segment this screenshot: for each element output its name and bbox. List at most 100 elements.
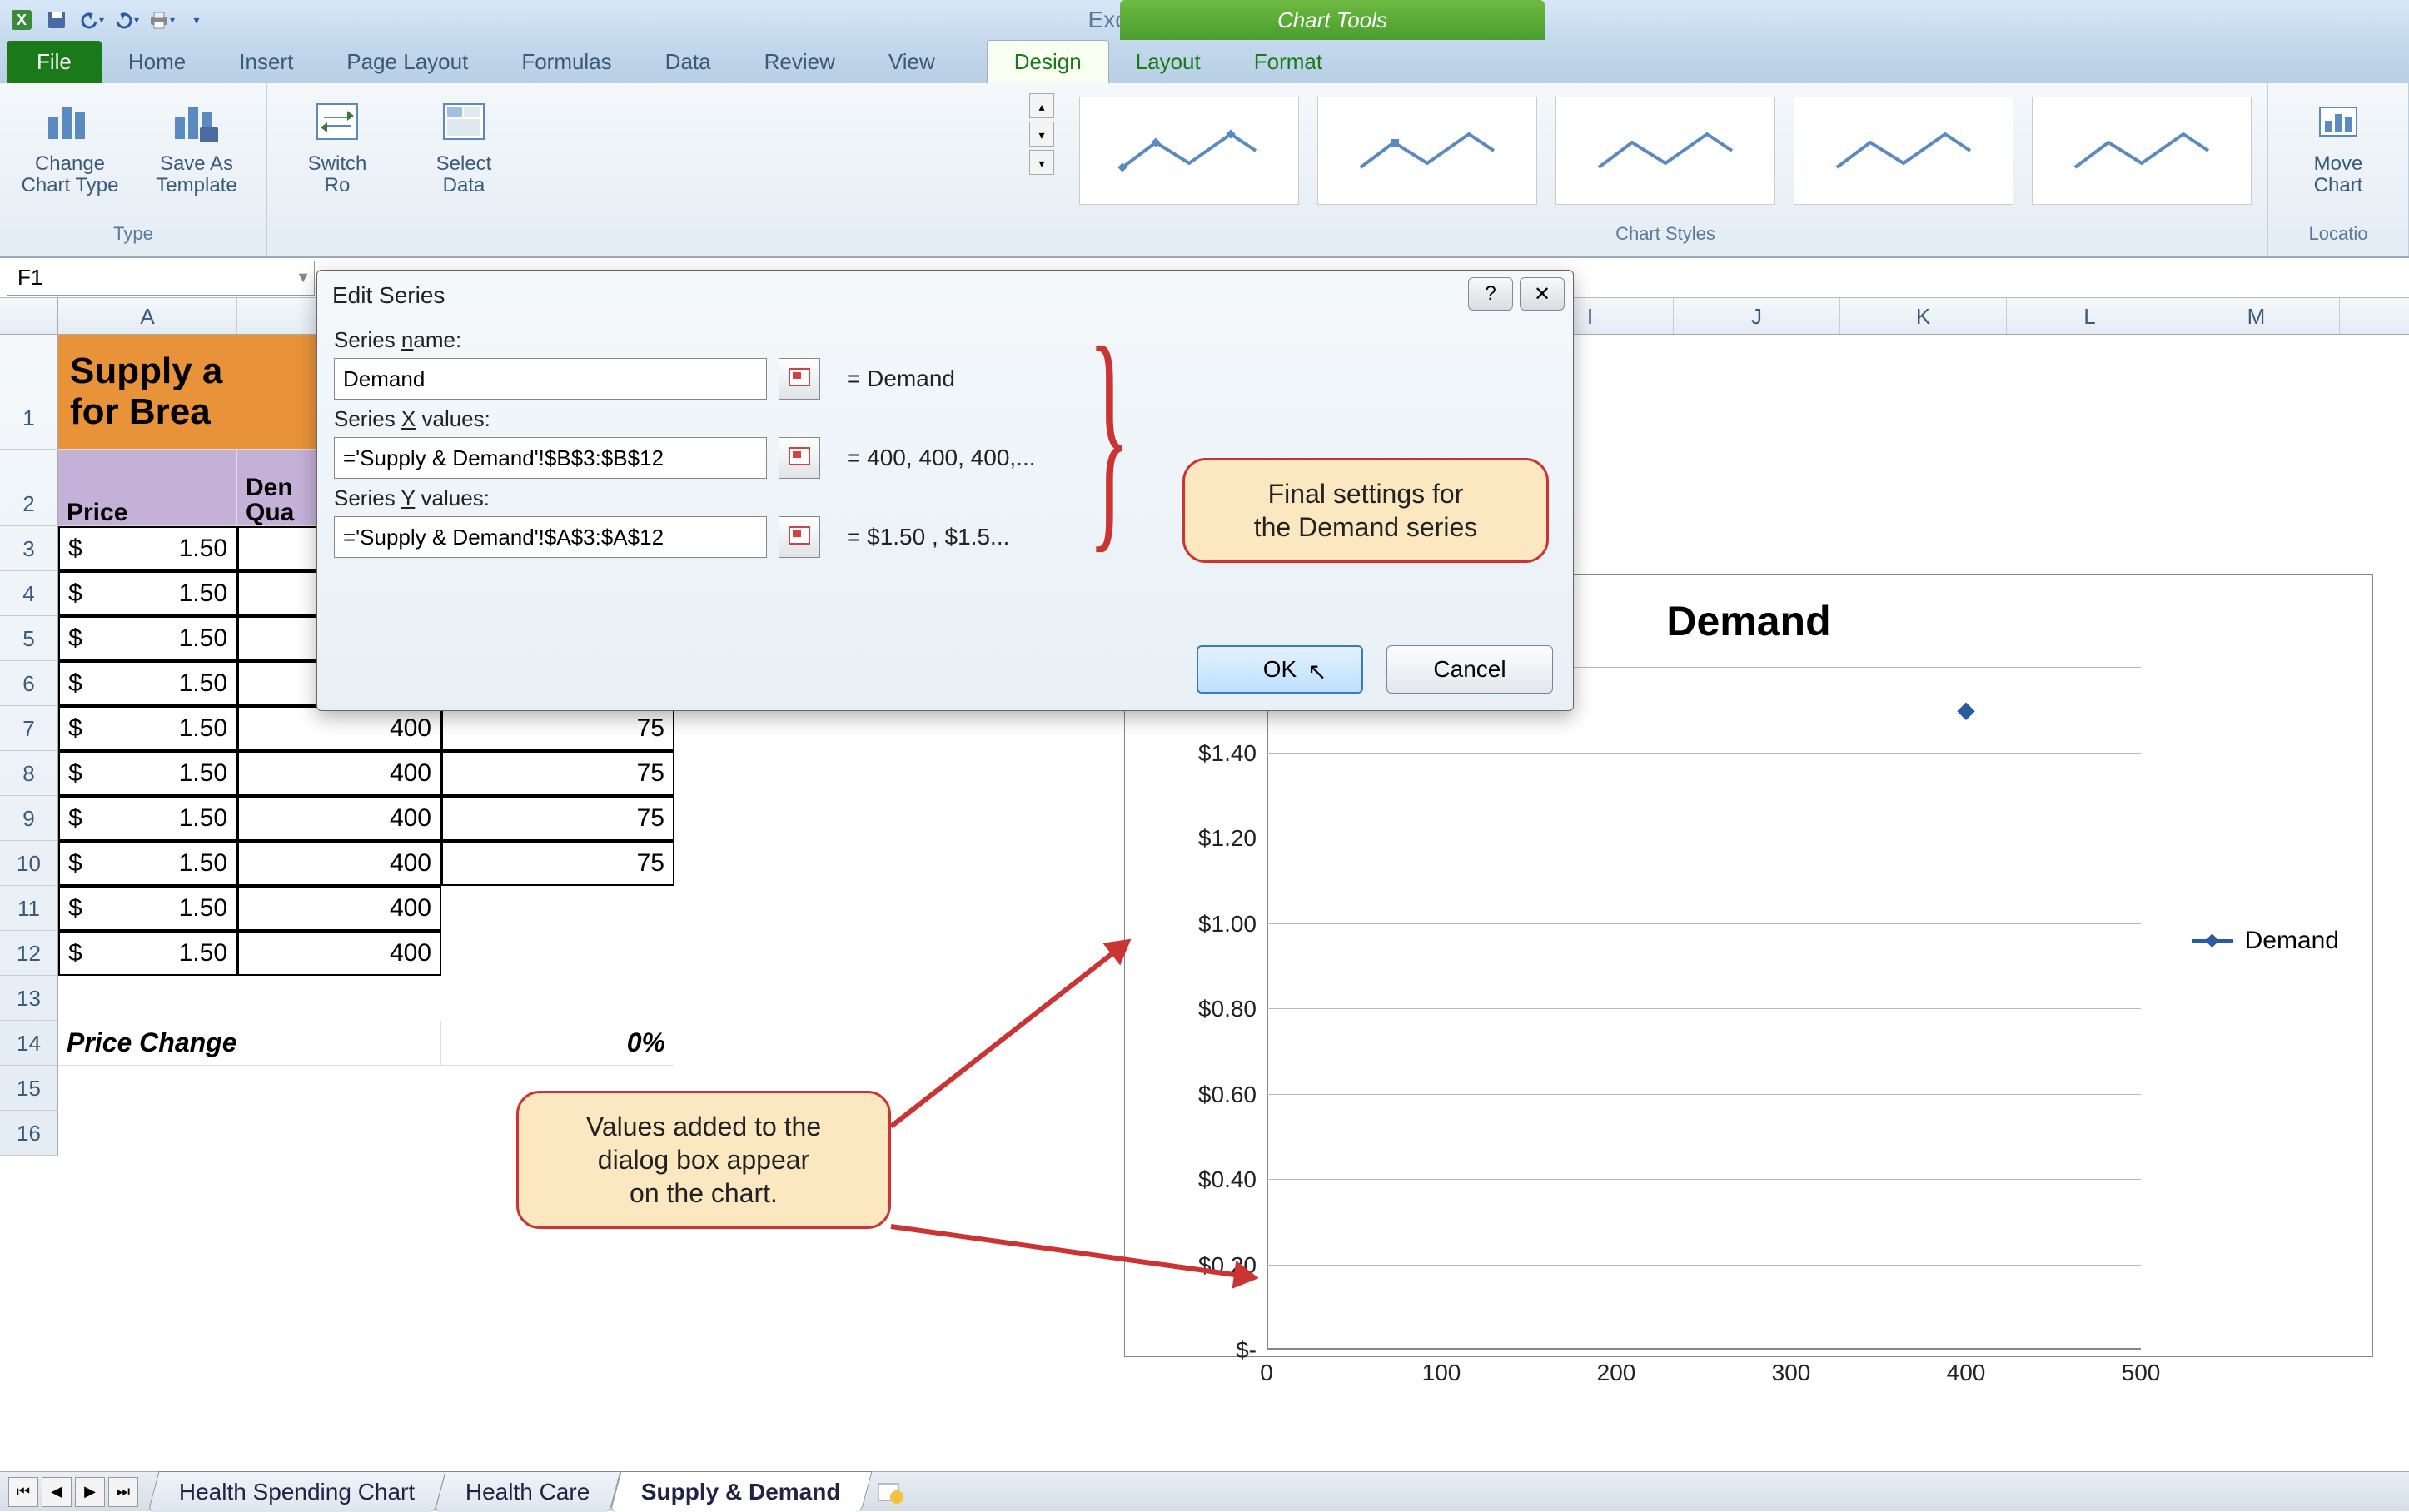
row-header-6[interactable]: 6 (0, 661, 58, 706)
qat-customize-icon[interactable]: ▾ (182, 5, 212, 35)
cell-C10[interactable]: 75 (441, 841, 674, 886)
row-header-12[interactable]: 12 (0, 931, 58, 976)
range-selector-button[interactable] (779, 437, 820, 479)
chart-plot-area[interactable]: $1.60 $1.40 $1.20 $1.00 $0.80 $0.60 $0.4… (1267, 667, 2141, 1350)
chart-style-2[interactable] (1317, 97, 1537, 205)
row-header-14[interactable]: 14 (0, 1021, 58, 1066)
namebox-dropdown-icon[interactable]: ▼ (296, 269, 311, 286)
tab-page-layout[interactable]: Page Layout (320, 41, 495, 83)
cell-B7[interactable]: 400 (237, 706, 441, 751)
range-selector-button[interactable] (779, 358, 820, 400)
cell-C9[interactable]: 75 (441, 796, 674, 841)
cell-A8[interactable]: $1.50 (58, 751, 237, 796)
tab-nav-prev-icon[interactable]: ◀ (42, 1477, 72, 1507)
tab-data[interactable]: Data (639, 41, 738, 83)
select-data-button[interactable]: Select Data (406, 88, 522, 197)
col-header-L[interactable]: L (2007, 298, 2173, 334)
select-all-corner[interactable] (0, 298, 58, 334)
sheet-tab-health-care[interactable]: Health Care (435, 1471, 622, 1512)
sheet-tab-health-spending[interactable]: Health Spending Chart (147, 1471, 445, 1512)
cell-A6[interactable]: $1.50 (58, 661, 237, 706)
row-header-1[interactable]: 1 (0, 335, 58, 450)
series-x-input[interactable] (334, 437, 767, 479)
scroll-down-icon[interactable]: ▾ (1029, 122, 1054, 147)
row-header-7[interactable]: 7 (0, 706, 58, 751)
cell-A3[interactable]: $$ 1.501.50 (58, 526, 237, 571)
cell-B12[interactable]: 400 (237, 931, 441, 976)
series-y-input[interactable] (334, 516, 767, 558)
cell-price-change-value[interactable]: 0% (441, 1021, 674, 1066)
cell-header-price[interactable]: Price (58, 450, 237, 526)
row-header-11[interactable]: 11 (0, 886, 58, 931)
cell-A4[interactable]: $1.50 (58, 571, 237, 616)
switch-row-col-button[interactable]: Switch Ro (279, 88, 396, 197)
group-type-label: Type (113, 220, 153, 251)
cell-A7[interactable]: $1.50 (58, 706, 237, 751)
save-as-template-button[interactable]: Save As Template (138, 88, 255, 197)
cell-price-change-label[interactable]: Price Change (58, 1021, 441, 1066)
cell-A11[interactable]: $1.50 (58, 886, 237, 931)
series-name-input[interactable] (334, 358, 767, 400)
new-sheet-button[interactable] (872, 1477, 908, 1507)
col-header-K[interactable]: K (1840, 298, 2007, 334)
cancel-button[interactable]: Cancel (1386, 645, 1553, 694)
gallery-more-icon[interactable]: ▾ (1029, 150, 1054, 175)
tab-review[interactable]: Review (738, 41, 862, 83)
excel-icon[interactable]: X (7, 5, 37, 35)
tab-insert[interactable]: Insert (212, 41, 320, 83)
cell-A12[interactable]: $1.50 (58, 931, 237, 976)
col-header-A[interactable]: A (58, 298, 237, 334)
tab-layout[interactable]: Layout (1109, 41, 1227, 83)
row-header-9[interactable]: 9 (0, 796, 58, 841)
move-chart-button[interactable]: Move Chart (2280, 88, 2397, 197)
cell-B11[interactable]: 400 (237, 886, 441, 931)
tab-design[interactable]: Design (987, 40, 1109, 83)
cell-B9[interactable]: 400 (237, 796, 441, 841)
sheet-tab-supply-demand[interactable]: Supply & Demand (610, 1471, 872, 1512)
cell-C7[interactable]: 75 (441, 706, 674, 751)
quick-access-toolbar: X ▾ ▾ ▾ ▾ (7, 5, 212, 35)
tab-home[interactable]: Home (102, 41, 212, 83)
chart-data-point[interactable]: ◆ (1957, 696, 1975, 724)
tab-nav-next-icon[interactable]: ▶ (75, 1477, 105, 1507)
dialog-help-button[interactable]: ? (1468, 277, 1513, 311)
chart-style-1[interactable] (1079, 97, 1299, 205)
row-header-4[interactable]: 4 (0, 571, 58, 616)
tab-nav-last-icon[interactable]: ⏭ (108, 1477, 138, 1507)
scroll-up-icon[interactable]: ▴ (1029, 93, 1054, 118)
change-chart-type-button[interactable]: Change Chart Type (12, 88, 128, 197)
file-tab[interactable]: File (7, 41, 102, 83)
row-header-8[interactable]: 8 (0, 751, 58, 796)
cell-C8[interactable]: 75 (441, 751, 674, 796)
dialog-close-button[interactable]: ✕ (1520, 277, 1565, 311)
tab-nav-first-icon[interactable]: ⏮ (8, 1477, 38, 1507)
name-box[interactable]: F1 ▼ (7, 261, 315, 296)
tab-view[interactable]: View (862, 41, 962, 83)
tab-format[interactable]: Format (1227, 41, 1349, 83)
ok-button[interactable]: OK (1197, 645, 1363, 694)
cell-B8[interactable]: 400 (237, 751, 441, 796)
row-header-5[interactable]: 5 (0, 616, 58, 661)
chart-style-5[interactable] (2032, 97, 2252, 205)
cell-B10[interactable]: 400 (237, 841, 441, 886)
col-header-J[interactable]: J (1674, 298, 1840, 334)
cell-A5[interactable]: $1.50 (58, 616, 237, 661)
chart-style-3[interactable] (1555, 97, 1775, 205)
row-header-10[interactable]: 10 (0, 841, 58, 886)
undo-icon[interactable]: ▾ (77, 5, 107, 35)
print-icon[interactable]: ▾ (147, 5, 177, 35)
row-header-16[interactable]: 16 (0, 1111, 58, 1156)
row-header-3[interactable]: 3 (0, 526, 58, 571)
col-header-M[interactable]: M (2173, 298, 2340, 334)
row-header-15[interactable]: 15 (0, 1066, 58, 1111)
save-icon[interactable] (42, 5, 72, 35)
chart-style-4[interactable] (1794, 97, 2013, 205)
tab-formulas[interactable]: Formulas (495, 41, 638, 83)
chart-legend[interactable]: Demand (2192, 927, 2339, 955)
row-header-2[interactable]: 2 (0, 450, 58, 526)
cell-A10[interactable]: $1.50 (58, 841, 237, 886)
cell-A9[interactable]: $1.50 (58, 796, 237, 841)
redo-icon[interactable]: ▾ (112, 5, 142, 35)
range-selector-button[interactable] (779, 516, 820, 558)
row-header-13[interactable]: 13 (0, 976, 58, 1021)
